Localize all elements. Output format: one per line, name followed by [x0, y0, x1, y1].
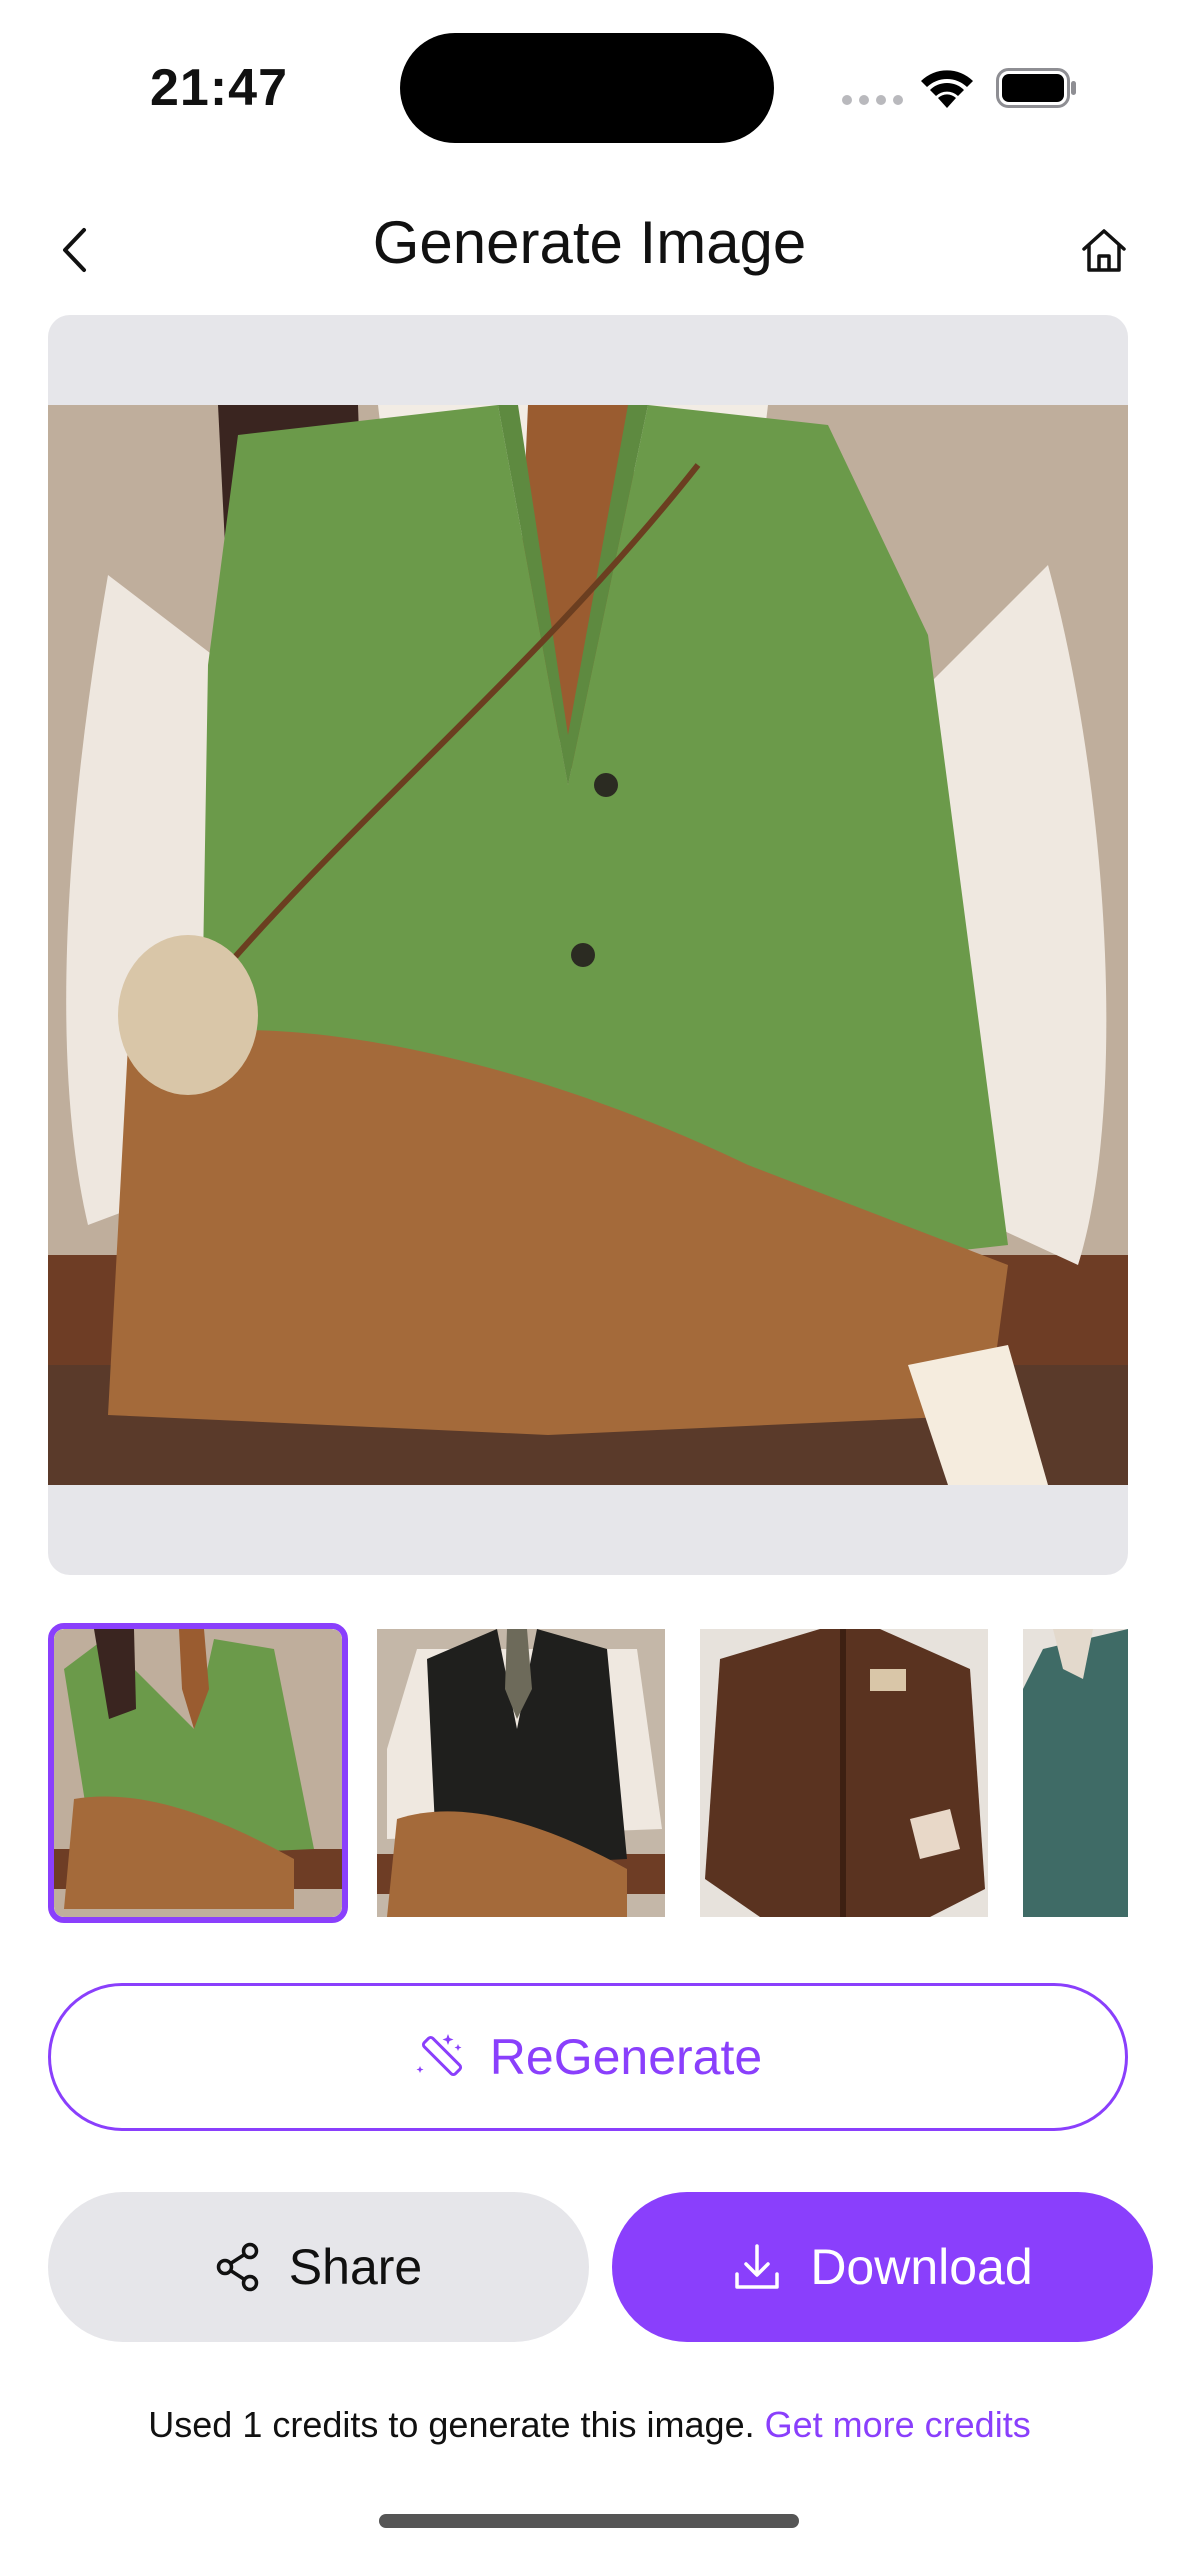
- outfit-image: [48, 405, 1128, 1485]
- thumbnail-image: [1023, 1629, 1128, 1917]
- share-label: Share: [288, 2239, 423, 2295]
- cellular-signal-icon: [842, 95, 903, 105]
- battery-icon: [996, 68, 1078, 113]
- home-button[interactable]: [1072, 215, 1136, 285]
- thumbnail-image: [54, 1629, 342, 1917]
- download-button[interactable]: Download: [612, 2192, 1153, 2342]
- thumbnail[interactable]: [377, 1629, 665, 1917]
- credits-note: Used 1 credits to generate this image. G…: [0, 2404, 1179, 2446]
- generated-image-preview: [48, 315, 1128, 1575]
- home-icon: [1082, 229, 1126, 272]
- thumbnail[interactable]: [1023, 1629, 1128, 1917]
- home-indicator[interactable]: [379, 2514, 799, 2528]
- thumbnail[interactable]: [700, 1629, 988, 1917]
- credits-usage-text: Used 1 credits to generate this image.: [148, 2404, 755, 2445]
- regenerate-button[interactable]: ReGenerate: [48, 1983, 1128, 2131]
- download-icon: [735, 2244, 780, 2289]
- thumbnail-selected[interactable]: [48, 1623, 348, 1923]
- magic-wand-icon: [416, 2034, 462, 2077]
- share-button[interactable]: Share: [48, 2192, 589, 2342]
- get-more-credits-link[interactable]: Get more credits: [765, 2404, 1031, 2445]
- thumbnail-image: [377, 1629, 665, 1917]
- status-time: 21:47: [150, 59, 288, 117]
- page-title: Generate Image: [372, 209, 807, 276]
- share-icon: [216, 2242, 259, 2292]
- regenerate-label: ReGenerate: [489, 2029, 763, 2085]
- dynamic-island: [400, 33, 774, 143]
- download-label: Download: [810, 2239, 1033, 2295]
- thumbnail-image: [700, 1629, 988, 1917]
- wifi-icon: [918, 64, 976, 113]
